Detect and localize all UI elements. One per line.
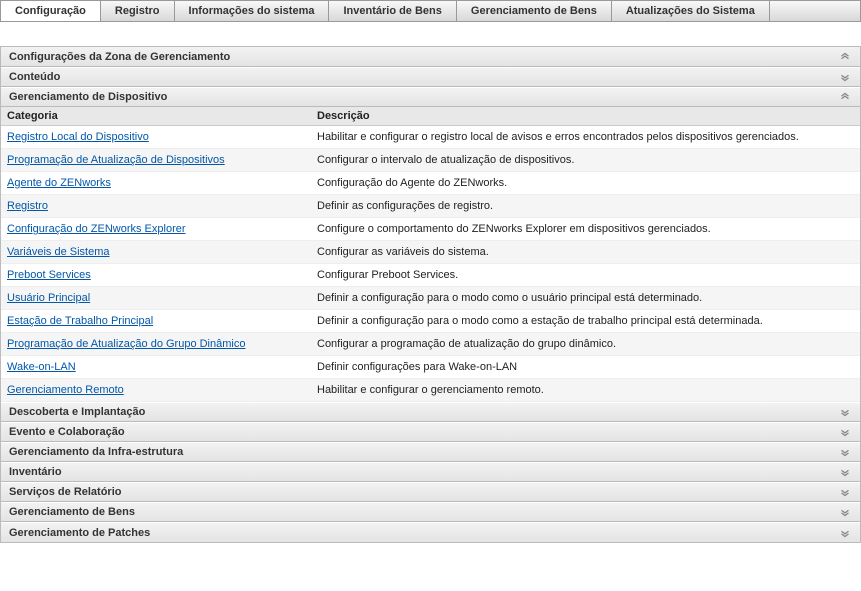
table-row: Agente do ZENworks Configuração do Agente… [1, 172, 860, 195]
section-device-title: Gerenciamento de Dispositivo [9, 91, 167, 103]
tab-atualizacoes[interactable]: Atualizações do Sistema [612, 1, 770, 21]
table-row: Preboot Services Configurar Preboot Servi… [1, 264, 860, 287]
section-device[interactable]: Gerenciamento de Dispositivo [1, 87, 860, 107]
cell-description: Definir a configuração para o modo como … [311, 287, 860, 309]
section-infra-title: Gerenciamento da Infra-estrutura [9, 446, 183, 458]
chevron-double-down-icon [838, 465, 852, 479]
category-link[interactable]: Registro Local do Dispositivo [7, 131, 149, 143]
table-body: Registro Local do Dispositivo Habilitar e… [1, 126, 860, 402]
cell-category: Usuário Principal [1, 287, 311, 309]
content-panel: Configurações da Zona de Gerenciamento C… [0, 46, 861, 543]
table-row: Gerenciamento Remoto Habilitar e configur… [1, 379, 860, 402]
chevron-double-down-icon [838, 405, 852, 419]
table-row: Wake-on-LAN Definir configurações para Wa… [1, 356, 860, 379]
tab-bar: Configuração Registro Informações do sis… [0, 0, 861, 22]
section-content-title: Conteúdo [9, 71, 60, 83]
category-link[interactable]: Registro [7, 200, 48, 212]
col-header-category: Categoria [1, 107, 311, 125]
chevron-double-down-icon [838, 526, 852, 540]
table-row: Programação de Atualização de Dispositiv… [1, 149, 860, 172]
chevron-double-down-icon [838, 445, 852, 459]
chevron-double-up-icon [838, 50, 852, 64]
cell-description: Habilitar e configurar o gerenciamento r… [311, 379, 860, 401]
cell-description: Definir configurações para Wake-on-LAN [311, 356, 860, 378]
category-link[interactable]: Gerenciamento Remoto [7, 384, 124, 396]
section-inventory-title: Inventário [9, 466, 62, 478]
cell-category: Agente do ZENworks [1, 172, 311, 194]
category-link[interactable]: Usuário Principal [7, 292, 90, 304]
section-report[interactable]: Serviços de Relatório [1, 482, 860, 502]
table-row: Variáveis de Sistema Configurar as variáv… [1, 241, 860, 264]
section-inventory[interactable]: Inventário [1, 462, 860, 482]
col-header-description: Descrição [311, 107, 860, 125]
section-assets[interactable]: Gerenciamento de Bens [1, 502, 860, 522]
table-row: Registro Definir as configurações de regi… [1, 195, 860, 218]
cell-category: Preboot Services [1, 264, 311, 286]
category-link[interactable]: Configuração do ZENworks Explorer [7, 223, 186, 235]
tab-gerenciamento-bens[interactable]: Gerenciamento de Bens [457, 1, 612, 21]
section-patches-title: Gerenciamento de Patches [9, 527, 150, 539]
table-row: Programação de Atualização do Grupo Dinâ… [1, 333, 860, 356]
table-row: Usuário Principal Definir a configuração … [1, 287, 860, 310]
cell-description: Habilitar e configurar o registro local … [311, 126, 860, 148]
section-discovery-title: Descoberta e Implantação [9, 406, 145, 418]
cell-description: Configure o comportamento do ZENworks Ex… [311, 218, 860, 240]
cell-description: Definir as configurações de registro. [311, 195, 860, 217]
cell-category: Estação de Trabalho Principal [1, 310, 311, 332]
chevron-double-down-icon [838, 425, 852, 439]
category-link[interactable]: Variáveis de Sistema [7, 246, 110, 258]
cell-description: Configurar o intervalo de atualização de… [311, 149, 860, 171]
section-zone-title: Configurações da Zona de Gerenciamento [9, 51, 230, 63]
chevron-double-down-icon [838, 505, 852, 519]
tab-configuracao[interactable]: Configuração [1, 1, 101, 21]
tab-registro[interactable]: Registro [101, 1, 175, 21]
section-event-title: Evento e Colaboração [9, 426, 125, 438]
category-link[interactable]: Preboot Services [7, 269, 91, 281]
cell-description: Configurar a programação de atualização … [311, 333, 860, 355]
cell-category: Variáveis de Sistema [1, 241, 311, 263]
category-link[interactable]: Agente do ZENworks [7, 177, 111, 189]
chevron-double-down-icon [838, 485, 852, 499]
cell-description: Configurar as variáveis do sistema. [311, 241, 860, 263]
cell-category: Wake-on-LAN [1, 356, 311, 378]
section-event[interactable]: Evento e Colaboração [1, 422, 860, 442]
section-infra[interactable]: Gerenciamento da Infra-estrutura [1, 442, 860, 462]
cell-description: Configurar Preboot Services. [311, 264, 860, 286]
section-report-title: Serviços de Relatório [9, 486, 122, 498]
cell-category: Configuração do ZENworks Explorer [1, 218, 311, 240]
category-link[interactable]: Estação de Trabalho Principal [7, 315, 153, 327]
table-header-row: Categoria Descrição [1, 107, 860, 126]
section-assets-title: Gerenciamento de Bens [9, 506, 135, 518]
cell-category: Gerenciamento Remoto [1, 379, 311, 401]
section-discovery[interactable]: Descoberta e Implantação [1, 402, 860, 422]
chevron-double-down-icon [838, 70, 852, 84]
table-row: Estação de Trabalho Principal Definir a c… [1, 310, 860, 333]
category-link[interactable]: Programação de Atualização de Dispositiv… [7, 154, 225, 166]
section-content[interactable]: Conteúdo [1, 67, 860, 87]
chevron-double-up-icon [838, 90, 852, 104]
section-zone[interactable]: Configurações da Zona de Gerenciamento [1, 47, 860, 67]
table-row: Registro Local do Dispositivo Habilitar e… [1, 126, 860, 149]
category-link[interactable]: Programação de Atualização do Grupo Dinâ… [7, 338, 245, 350]
cell-category: Programação de Atualização de Dispositiv… [1, 149, 311, 171]
cell-description: Configuração do Agente do ZENworks. [311, 172, 860, 194]
cell-category: Programação de Atualização do Grupo Dinâ… [1, 333, 311, 355]
cell-description: Definir a configuração para o modo como … [311, 310, 860, 332]
cell-category: Registro Local do Dispositivo [1, 126, 311, 148]
section-patches[interactable]: Gerenciamento de Patches [1, 522, 860, 542]
category-link[interactable]: Wake-on-LAN [7, 361, 76, 373]
tab-inventario-bens[interactable]: Inventário de Bens [329, 1, 456, 21]
tab-informacoes[interactable]: Informações do sistema [175, 1, 330, 21]
cell-category: Registro [1, 195, 311, 217]
table-row: Configuração do ZENworks Explorer Configu… [1, 218, 860, 241]
